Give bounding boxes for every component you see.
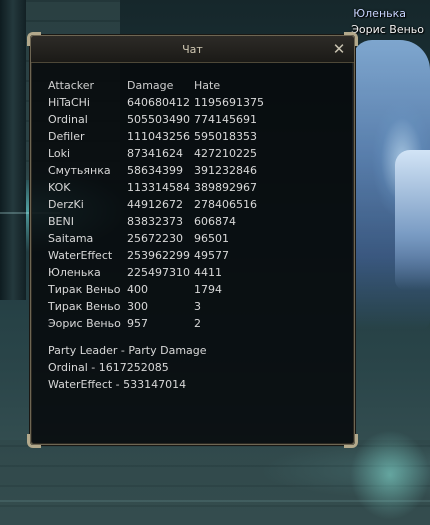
attacker-cell: Тирак Веньо <box>48 283 121 296</box>
attacker-cell: Saitama <box>48 232 94 245</box>
hate-cell: 1195691375 <box>194 96 264 109</box>
table-row: Тирак Веньо 300 3 <box>48 298 338 315</box>
hate-cell: 1794 <box>194 283 222 296</box>
hate-cell: 278406516 <box>194 198 257 211</box>
table-row: BENI 83832373 606874 <box>48 213 338 230</box>
ground-glow <box>350 430 430 520</box>
attacker-cell: BENI <box>48 215 74 228</box>
hate-cell: 774145691 <box>194 113 257 126</box>
attacker-cell: KOK <box>48 181 71 194</box>
damage-cell: 25672230 <box>127 232 183 245</box>
hate-cell: 595018353 <box>194 130 257 143</box>
hate-cell: 4411 <box>194 266 222 279</box>
damage-cell: 58634399 <box>127 164 183 177</box>
damage-cell: 400 <box>127 283 148 296</box>
hate-cell: 2 <box>194 317 201 330</box>
attacker-cell: WaterEffect <box>48 249 113 262</box>
column-header: Attacker <box>48 79 95 92</box>
hate-cell: 606874 <box>194 215 236 228</box>
hate-cell: 391232846 <box>194 164 257 177</box>
table-header: Attacker Damage Hate <box>48 77 338 94</box>
pillar <box>0 0 26 300</box>
table-row: Ordinal 505503490 774145691 <box>48 111 338 128</box>
table-row: WaterEffect 253962299 49577 <box>48 247 338 264</box>
attacker-cell: Тирак Веньо <box>48 300 121 313</box>
damage-cell: 83832373 <box>127 215 183 228</box>
hate-cell: 96501 <box>194 232 229 245</box>
hate-cell: 427210225 <box>194 147 257 160</box>
party-header: Party Leader - Party Damage <box>48 344 207 357</box>
column-header: Hate <box>194 79 221 92</box>
attacker-cell: Смутьянка <box>48 164 111 177</box>
table-row: Saitama 25672230 96501 <box>48 230 338 247</box>
damage-cell: 300 <box>127 300 148 313</box>
party-line: Ordinal - 1617252085 <box>48 361 169 374</box>
damage-cell: 253962299 <box>127 249 190 262</box>
attacker-cell: Ordinal <box>48 113 88 126</box>
attacker-cell: Юленька <box>48 266 101 279</box>
attacker-cell: HiTaCHi <box>48 96 90 109</box>
window-corner-ornament <box>344 434 358 448</box>
damage-cell: 111043256 <box>127 130 190 143</box>
hate-cell: 3 <box>194 300 201 313</box>
attacker-cell: DerzKi <box>48 198 84 211</box>
table-row: DerzKi 44912672 278406516 <box>48 196 338 213</box>
hate-cell: 389892967 <box>194 181 257 194</box>
damage-cell: 957 <box>127 317 148 330</box>
table-row: Loki 87341624 427210225 <box>48 145 338 162</box>
damage-cell: 113314584 <box>127 181 190 194</box>
damage-cell: 640680412 <box>127 96 190 109</box>
character-model[interactable] <box>395 150 430 290</box>
overhead-name[interactable]: Юленька <box>353 7 406 20</box>
table-row: Смутьянка 58634399 391232846 <box>48 162 338 179</box>
overhead-name[interactable]: Эорис Веньо <box>351 23 424 36</box>
damage-cell: 44912672 <box>127 198 183 211</box>
table-row: Тирак Веньо 400 1794 <box>48 281 338 298</box>
window-title: Чат <box>182 43 203 56</box>
damage-cell: 505503490 <box>127 113 190 126</box>
hate-cell: 49577 <box>194 249 229 262</box>
attacker-cell: Эорис Веньо <box>48 317 121 330</box>
party-line: WaterEffect - 533147014 <box>48 378 187 391</box>
table-row: Эорис Веньо 957 2 <box>48 315 338 332</box>
damage-cell: 87341624 <box>127 147 183 160</box>
close-icon[interactable]: ✕ <box>331 41 347 57</box>
damage-table: Attacker Damage Hate HiTaCHi 640680412 119… <box>48 77 338 332</box>
damage-cell: 225497310 <box>127 266 190 279</box>
chat-window[interactable]: Чат ✕ Attacker Damage Hate HiTaCHi 640680… <box>27 32 358 448</box>
table-row: Юленька 225497310 4411 <box>48 264 338 281</box>
attacker-cell: Defiler <box>48 130 85 143</box>
window-titlebar[interactable]: Чат ✕ <box>31 36 354 63</box>
table-row: Defiler 111043256 595018353 <box>48 128 338 145</box>
table-row: HiTaCHi 640680412 1195691375 <box>48 94 338 111</box>
attacker-cell: Loki <box>48 147 71 160</box>
table-row: KOK 113314584 389892967 <box>48 179 338 196</box>
party-damage-summary: Party Leader - Party Damage Ordinal - 16… <box>48 342 207 393</box>
window-corner-ornament <box>27 434 41 448</box>
column-header: Damage <box>127 79 174 92</box>
